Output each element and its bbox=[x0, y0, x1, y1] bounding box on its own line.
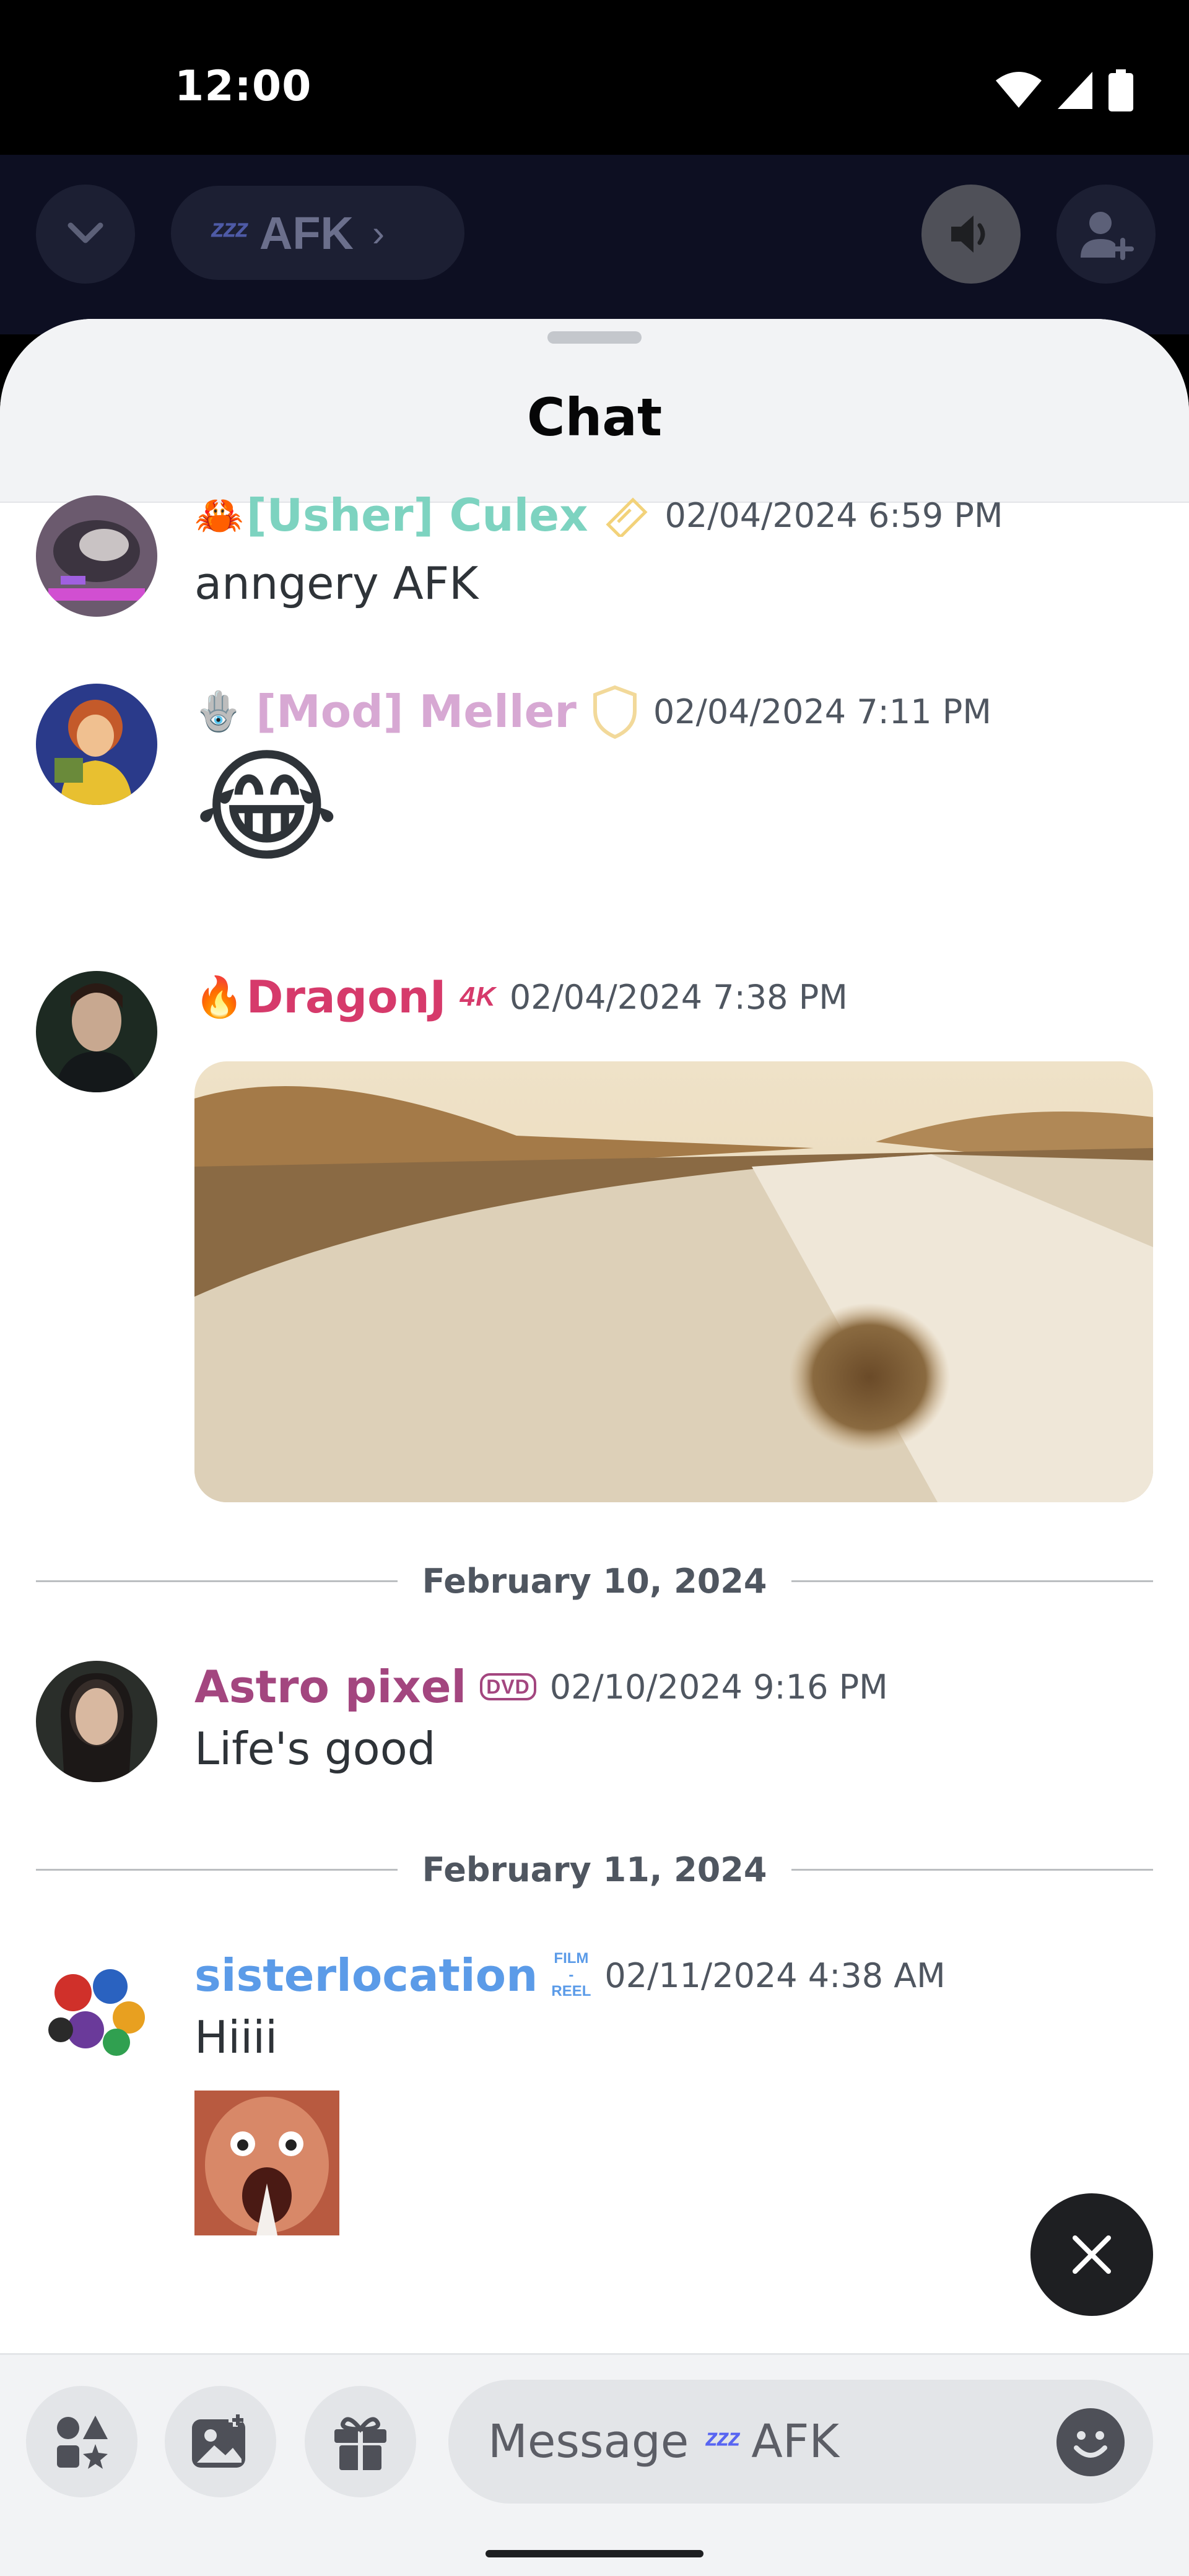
message-header: Astro pixel DVD 02/10/2024 9:16 PM bbox=[194, 1661, 888, 1713]
fire-icon: 🔥 bbox=[194, 974, 244, 1019]
image-button[interactable] bbox=[165, 2386, 276, 2497]
speaker-icon bbox=[951, 215, 985, 253]
zzz-icon: ᶻᶻᶻ bbox=[211, 212, 247, 254]
badge-4k: 4K bbox=[459, 981, 496, 1012]
message-placeholder-channel: AFK bbox=[751, 2415, 840, 2468]
timestamp: 02/10/2024 9:16 PM bbox=[549, 1667, 888, 1707]
date-divider-label: February 10, 2024 bbox=[422, 1561, 767, 1601]
home-gesture-bar[interactable] bbox=[486, 2550, 703, 2557]
username[interactable]: Astro pixel bbox=[194, 1661, 466, 1713]
invite-user-button[interactable] bbox=[1056, 185, 1156, 284]
chat-sheet-header: Chat bbox=[0, 319, 1189, 503]
message-input[interactable]: Message ᶻᶻᶻ AFK bbox=[448, 2380, 1153, 2504]
message-header: 🦀 [Usher] Culex 02/04/2024 6:59 PM bbox=[194, 489, 1003, 541]
add-user-icon bbox=[1081, 212, 1134, 260]
timestamp: 02/04/2024 7:11 PM bbox=[653, 692, 991, 731]
apps-button[interactable] bbox=[26, 2386, 137, 2497]
message-header: 🪬 [Mod] Meller 02/04/2024 7:11 PM bbox=[194, 684, 991, 739]
ticket-icon bbox=[606, 497, 648, 537]
collapse-button[interactable] bbox=[36, 185, 135, 284]
username[interactable]: [Mod] Meller bbox=[256, 685, 577, 738]
avatar[interactable] bbox=[36, 684, 157, 805]
message-text: Life's good bbox=[194, 1723, 436, 1775]
wifi-icon bbox=[996, 72, 1042, 108]
smiley-icon bbox=[1074, 2431, 1107, 2458]
badge-film-reel: FILM - REEL bbox=[551, 1950, 591, 2000]
date-divider-label: February 11, 2024 bbox=[422, 1850, 767, 1889]
message-text: Hiiii bbox=[194, 2011, 278, 2063]
emoji-button[interactable] bbox=[1056, 2408, 1125, 2476]
chevron-down-icon bbox=[68, 222, 103, 243]
status-bar: 12:00 bbox=[0, 0, 1189, 155]
timestamp: 02/04/2024 7:38 PM bbox=[509, 977, 848, 1017]
channel-name: AFK bbox=[259, 207, 354, 259]
shield-icon bbox=[593, 685, 637, 739]
close-button[interactable] bbox=[1030, 2193, 1153, 2316]
status-icons bbox=[996, 69, 1133, 111]
avatar[interactable] bbox=[36, 495, 157, 617]
zzz-icon: ᶻᶻᶻ bbox=[705, 2422, 739, 2461]
drag-handle[interactable] bbox=[547, 331, 642, 344]
message-text: anngery AFK bbox=[194, 557, 479, 609]
date-divider: February 10, 2024 bbox=[36, 1559, 1153, 1603]
timestamp: 02/04/2024 6:59 PM bbox=[664, 495, 1003, 535]
channel-name-pill[interactable]: ᶻᶻᶻ AFK › bbox=[171, 186, 464, 280]
gift-icon bbox=[334, 2417, 386, 2470]
avatar[interactable] bbox=[36, 971, 157, 1092]
close-icon bbox=[1073, 2235, 1111, 2274]
badge-dvd: DVD bbox=[480, 1673, 536, 1700]
username[interactable]: DragonJ bbox=[246, 971, 446, 1023]
crab-icon: 🦀 bbox=[194, 492, 244, 537]
speaker-button[interactable] bbox=[921, 185, 1021, 284]
chat-title: Chat bbox=[526, 387, 663, 448]
hamsa-icon: 🪬 bbox=[194, 690, 243, 733]
avatar[interactable] bbox=[36, 1949, 157, 2071]
username[interactable]: [Usher] Culex bbox=[246, 489, 588, 541]
username[interactable]: sisterlocation bbox=[194, 1949, 538, 2001]
gift-button[interactable] bbox=[305, 2386, 416, 2497]
apps-icon bbox=[57, 2416, 108, 2469]
message-composer: Message ᶻᶻᶻ AFK bbox=[0, 2353, 1189, 2533]
message-header: 🔥 DragonJ 4K 02/04/2024 7:38 PM bbox=[194, 971, 848, 1023]
laughing-emoji: 😂 bbox=[194, 735, 339, 879]
sticker-image[interactable] bbox=[194, 2091, 339, 2235]
battery-icon bbox=[1108, 69, 1133, 111]
status-time: 12:00 bbox=[175, 62, 312, 111]
image-icon bbox=[192, 2413, 245, 2468]
date-divider: February 11, 2024 bbox=[36, 1848, 1153, 1891]
avatar[interactable] bbox=[36, 1661, 157, 1782]
signal-icon bbox=[1058, 72, 1092, 109]
message-header: sisterlocation FILM - REEL 02/11/2024 4:… bbox=[194, 1949, 946, 2001]
chevron-right-icon: › bbox=[372, 212, 385, 254]
message-placeholder: Message bbox=[488, 2415, 689, 2468]
timestamp: 02/11/2024 4:38 AM bbox=[604, 1956, 946, 1995]
tumbleweed-gif[interactable] bbox=[194, 1061, 1153, 1502]
